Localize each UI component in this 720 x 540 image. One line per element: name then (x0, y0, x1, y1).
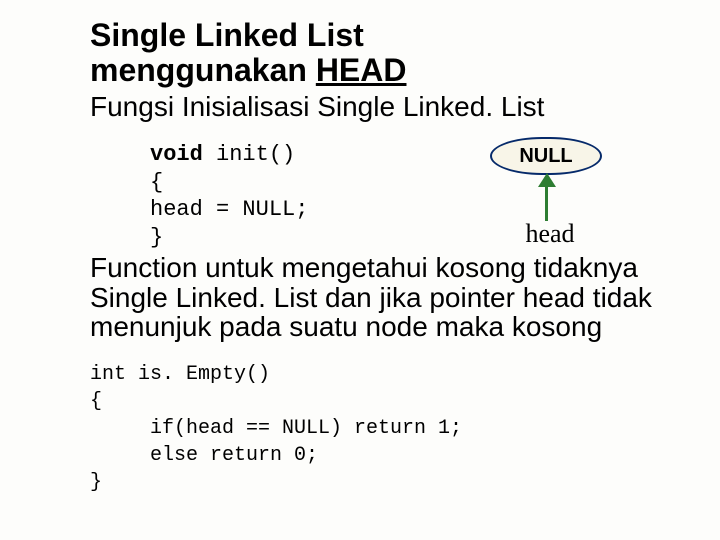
title-line-1: Single Linked List (90, 17, 364, 53)
slide-title: Single Linked List menggunakan HEAD (90, 18, 660, 88)
code-block-init: void init() { head = NULL; } NULL head (150, 141, 660, 261)
head-label: head (480, 219, 620, 249)
arrow-shaft-icon (545, 177, 548, 221)
code-block-isempty: int is. Empty() { if(head == NULL) retur… (90, 361, 660, 496)
subtitle: Fungsi Inisialisasi Single Linked. List (90, 92, 660, 123)
code-keyword-void: void (150, 142, 203, 167)
title-line-2-underlined: HEAD (316, 52, 407, 88)
slide: Single Linked List menggunakan HEAD Fung… (0, 0, 720, 540)
paragraph: Function untuk mengetahui kosong tidakny… (90, 253, 660, 341)
null-oval: NULL (490, 137, 602, 175)
head-null-diagram: NULL head (480, 137, 620, 257)
title-line-2-plain: menggunakan (90, 52, 316, 88)
